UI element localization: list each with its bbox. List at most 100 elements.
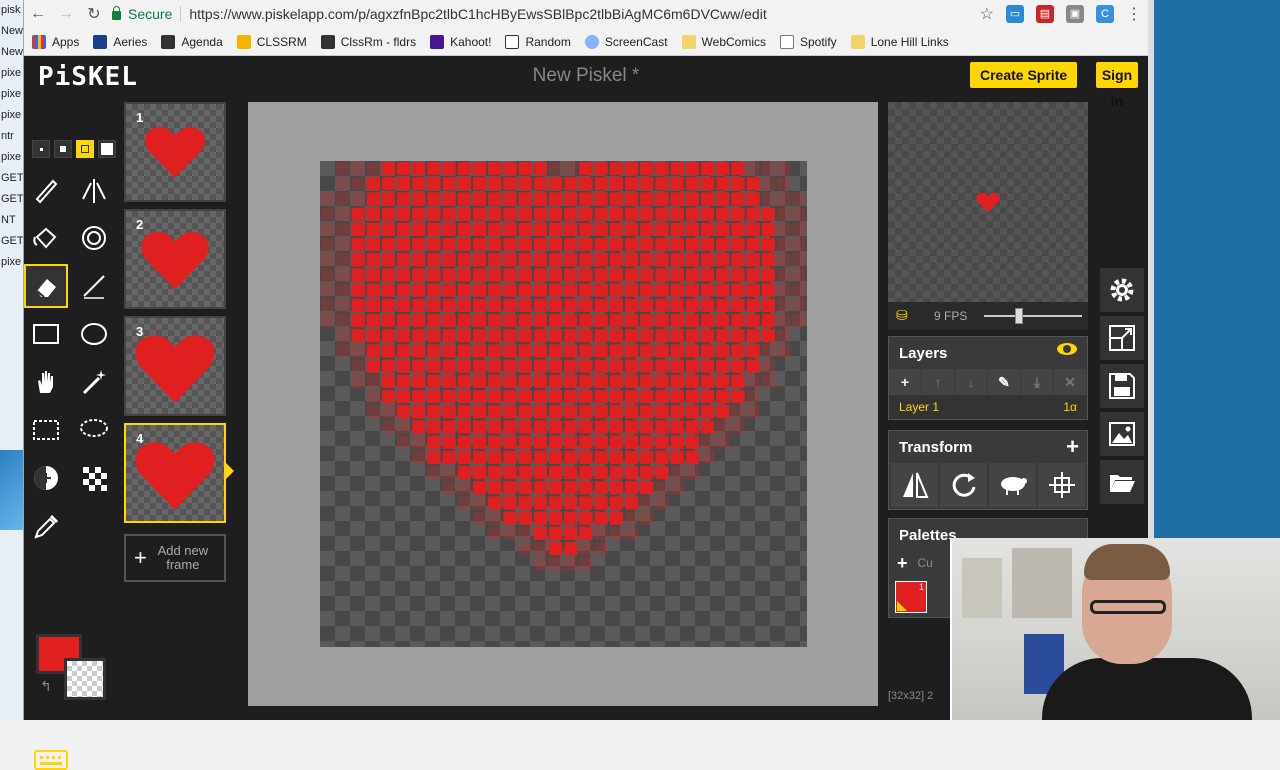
frame-thumbnail[interactable]: 3 (124, 316, 226, 416)
sign-in-button[interactable]: Sign in (1096, 62, 1138, 109)
eraser-tool[interactable] (24, 264, 68, 308)
flip-button[interactable] (891, 463, 938, 507)
move-tool[interactable] (24, 360, 68, 404)
rotate-button[interactable] (940, 463, 987, 507)
heart-pixel (412, 268, 426, 282)
rename-layer-icon[interactable]: ✎ (988, 369, 1021, 395)
move-layer-up-icon[interactable]: ↑ (922, 369, 955, 395)
heart-pixel (412, 420, 426, 434)
settings-button[interactable] (1100, 268, 1144, 312)
layer-opacity[interactable]: 1α (1063, 400, 1077, 414)
secure-indicator[interactable]: Secure (112, 5, 172, 22)
heart-pixel (503, 253, 517, 267)
paint-bucket-tool[interactable] (24, 216, 68, 260)
star-icon[interactable]: ☆ (980, 4, 994, 24)
heart-pixel (533, 314, 547, 328)
rectangle-tool[interactable] (24, 312, 68, 356)
bookmark-spotify[interactable]: Spotify (780, 34, 837, 49)
frame-thumbnail[interactable]: 2 (124, 209, 226, 309)
reload-icon[interactable]: ↻ (80, 4, 108, 24)
cast-icon[interactable]: ▣ (1066, 5, 1084, 23)
color-picker-tool[interactable] (24, 504, 68, 548)
drawing-canvas[interactable] (320, 161, 807, 647)
bookmark-webcomics[interactable]: WebComics (681, 34, 766, 49)
heart-pixel (518, 329, 532, 343)
export-button[interactable] (1100, 412, 1144, 456)
import-button[interactable] (1100, 460, 1144, 504)
bookmark-label: Agenda (181, 34, 223, 49)
screencast-extension-icon[interactable]: ▭ (1006, 5, 1024, 23)
pen-tool[interactable] (24, 168, 68, 212)
heart-pixel (473, 268, 487, 282)
heart-pixel (549, 496, 563, 510)
pen-size-1[interactable] (32, 140, 50, 158)
bookmark-agenda[interactable]: Agenda (161, 34, 223, 49)
palette-name[interactable]: Cu (918, 556, 933, 570)
secondary-color-swatch[interactable] (64, 658, 106, 700)
bookmark-clssrm[interactable]: CLSSRM (236, 34, 307, 49)
clone-button[interactable] (989, 463, 1036, 507)
stroke-tool[interactable] (72, 264, 116, 308)
rectangle-selection-tool[interactable] (24, 408, 68, 452)
bookmark-clssrm-fldrs[interactable]: ClssRm - fldrs (320, 34, 416, 49)
create-sprite-button[interactable]: Create Sprite (970, 62, 1078, 88)
lasso-selection-tool[interactable] (72, 408, 116, 452)
save-button[interactable] (1100, 364, 1144, 408)
url-input[interactable]: https://www.piskelapp.com/p/agxzfnBpc2tl… (189, 6, 766, 22)
onion-skin-pixel (457, 496, 471, 510)
pen-size-4[interactable] (98, 140, 116, 158)
keyboard-shortcuts-icon[interactable] (34, 750, 68, 770)
fps-slider-thumb[interactable] (1015, 308, 1024, 324)
dithering-tool[interactable] (72, 456, 116, 500)
bookmark-screencast[interactable]: ScreenCast (584, 34, 668, 49)
move-layer-down-icon[interactable]: ↓ (955, 369, 988, 395)
frame-thumbnail[interactable]: 1 (124, 102, 226, 202)
add-layer-icon[interactable]: + (889, 369, 922, 395)
back-icon[interactable]: ← (24, 5, 52, 23)
onion-skin-pixel (670, 466, 684, 480)
merge-layer-icon[interactable]: ⤓ (1021, 369, 1054, 395)
heart-pixel (549, 359, 563, 373)
canvas-area[interactable] (248, 102, 978, 706)
plus-icon[interactable]: + (897, 553, 908, 574)
center-button[interactable] (1038, 463, 1085, 507)
heart-pixel (685, 162, 699, 176)
heart-pixel (503, 420, 517, 434)
layer-item[interactable]: Layer 1 1α (889, 395, 1087, 419)
lighten-tool[interactable] (24, 456, 68, 500)
c-extension-icon[interactable]: C (1096, 5, 1114, 23)
forward-icon[interactable]: → (52, 5, 80, 23)
circle-tool[interactable] (72, 312, 116, 356)
heart-pixel (609, 268, 623, 282)
bookmark-aeries[interactable]: Aeries (93, 34, 147, 49)
palette-color-swatch[interactable]: 1 (895, 581, 927, 613)
resize-button[interactable] (1100, 316, 1144, 360)
red-extension-icon[interactable]: ▤ (1036, 5, 1054, 23)
onion-skin-icon[interactable]: ⛁ (896, 307, 916, 325)
paint-all-same-color-tool[interactable] (72, 216, 116, 260)
bookmark-lone-hill-links[interactable]: Lone Hill Links (850, 34, 949, 49)
heart-pixel (488, 192, 502, 206)
menu-icon[interactable]: ⋮ (1126, 4, 1142, 24)
pen-size-selector (32, 140, 116, 158)
bookmark-kahoot[interactable]: Kahoot! (430, 34, 491, 49)
vertical-mirror-pen-tool[interactable] (72, 168, 116, 212)
pen-size-3[interactable] (76, 140, 94, 158)
plus-icon[interactable]: + (1066, 434, 1079, 460)
animation-preview[interactable] (888, 102, 1088, 302)
heart-pixel (640, 222, 654, 236)
shape-selection-tool[interactable] (72, 360, 116, 404)
bookmark-apps[interactable]: Apps (32, 34, 79, 49)
eye-icon[interactable] (1057, 343, 1077, 355)
heart-pixel (366, 283, 380, 297)
folder-icon (850, 34, 865, 49)
fps-slider[interactable] (984, 308, 1082, 324)
delete-layer-icon[interactable]: ✕ (1054, 369, 1087, 395)
add-frame-button[interactable]: + Add new frame (124, 534, 226, 582)
swap-colors-icon[interactable]: ↰ (40, 678, 52, 695)
pen-size-2[interactable] (54, 140, 72, 158)
bookmark-random[interactable]: Random (505, 34, 571, 49)
frame-thumbnail-selected[interactable]: 4 (124, 423, 234, 523)
heart-pixel (670, 192, 684, 206)
onion-skin-pixel (442, 466, 456, 480)
